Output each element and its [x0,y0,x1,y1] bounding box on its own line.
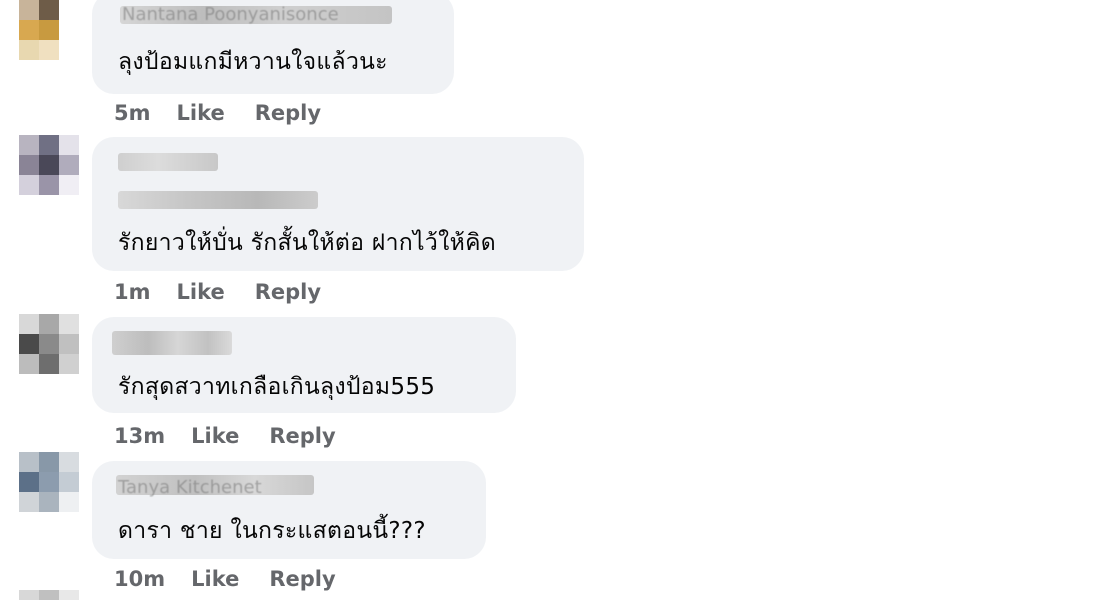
author-name: Tanya Kitchenet [118,477,262,498]
comment-bubble: Tanya Kitchenet ดารา ชาย ในกระแสตอนนี้??… [92,461,486,559]
avatar[interactable] [19,314,79,374]
comment-text: ดารา ชาย ในกระแสตอนนี้??? [118,518,426,544]
reply-button[interactable]: Reply [269,424,335,448]
comment-text: รักยาวให้บั่น รักสั้นให้ต่อ ฝากไว้ให้คิด [118,230,497,256]
author-subtitle-blurred [118,191,318,209]
like-button[interactable]: Like [177,101,225,125]
comment-timestamp[interactable]: 1m [114,280,151,304]
avatar[interactable] [19,452,79,512]
like-button[interactable]: Like [191,567,239,591]
comment-timestamp[interactable]: 13m [114,424,165,448]
comment-actions: 13m Like Reply [114,424,336,448]
comment-bubble: รักยาวให้บั่น รักสั้นให้ต่อ ฝากไว้ให้คิด [92,137,584,271]
avatar[interactable] [19,0,79,60]
reply-button[interactable]: Reply [269,567,335,591]
comment-text: ลุงป้อมแกมีหวานใจแล้วนะ [118,49,388,75]
like-button[interactable]: Like [177,280,225,304]
reply-button[interactable]: Reply [255,101,321,125]
author-name: Nantana Poonyanisonce [122,4,339,25]
comment-bubble: Nantana Poonyanisonce ลุงป้อมแกมีหวานใจแ… [92,0,454,94]
avatar[interactable] [19,590,79,600]
comment-bubble: รักสุดสวาทเกลือเกินลุงป้อม555 [92,317,516,413]
comment-actions: 5m Like Reply [114,101,321,125]
like-button[interactable]: Like [191,424,239,448]
comment-actions: 1m Like Reply [114,280,321,304]
avatar[interactable] [19,135,79,195]
comment-timestamp[interactable]: 5m [114,101,151,125]
comment-actions: 10m Like Reply [114,567,336,591]
comment-timestamp[interactable]: 10m [114,567,165,591]
author-name-blurred[interactable] [118,153,218,171]
author-name-blurred[interactable] [112,331,232,355]
reply-button[interactable]: Reply [255,280,321,304]
comment-text: รักสุดสวาทเกลือเกินลุงป้อม555 [118,374,436,400]
